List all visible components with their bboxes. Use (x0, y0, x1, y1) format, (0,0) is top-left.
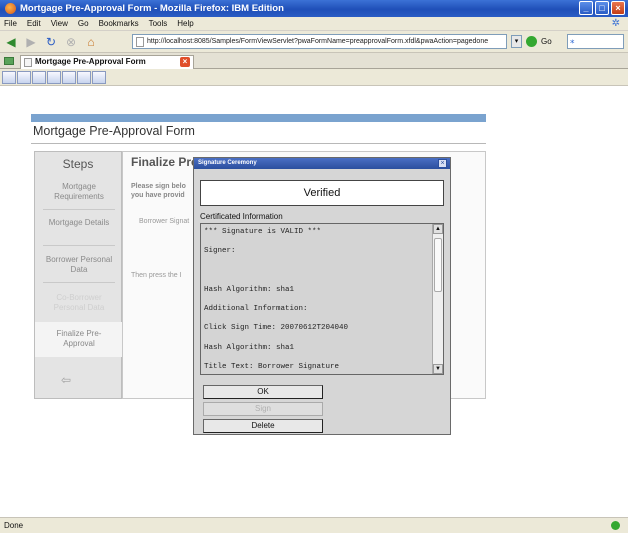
email-form-icon[interactable] (32, 70, 46, 84)
status-bar: Done (0, 517, 628, 533)
finalize-instructions-line2: you have provid (131, 192, 185, 199)
finalize-instructions-line1: Please sign belo (131, 183, 186, 190)
tab-list-icon[interactable] (4, 57, 14, 65)
go-button[interactable]: Go (541, 37, 552, 46)
close-tab-icon[interactable]: × (180, 57, 190, 67)
step-co-borrower-personal-data: Co-Borrower Personal Data (53, 293, 105, 312)
scroll-thumb[interactable] (434, 238, 442, 292)
search-input[interactable]: ⁎ (567, 34, 624, 49)
menu-view[interactable]: View (51, 19, 68, 28)
nav-right-controls: ▾ Go (511, 35, 552, 48)
page-icon (136, 37, 144, 47)
scroll-up-icon[interactable]: ▲ (433, 224, 443, 234)
cert-line: Additional Information: (204, 305, 308, 314)
close-window-button[interactable]: × (611, 1, 625, 15)
status-text: Done (4, 521, 24, 530)
home-icon[interactable]: ⌂ (83, 34, 99, 50)
form-toolbar (0, 69, 628, 86)
step-mortgage-details[interactable]: Mortgage Details (41, 218, 117, 228)
certificate-info-label: Certificated Information (200, 212, 283, 221)
navigation-toolbar: ◀ ▶ ↻ ⊗ ⌂ http://localhost:8085/Samples/… (0, 31, 628, 53)
menu-edit[interactable]: Edit (27, 19, 41, 28)
minimize-button[interactable]: _ (579, 1, 593, 15)
go-icon[interactable] (526, 36, 537, 47)
steps-heading: Steps (62, 157, 94, 171)
verification-status: Verified (200, 180, 444, 206)
borrower-signature-label: Borrower Signat (139, 218, 190, 225)
firefox-icon (5, 3, 16, 14)
certificate-info-text: *** Signature is VALID *** Signer: Hash … (204, 228, 432, 374)
step-divider (43, 282, 115, 283)
url-dropdown-icon[interactable]: ▾ (511, 35, 522, 48)
steps-sidebar: Steps Mortgage Requirements Mortgage Det… (34, 151, 123, 399)
delete-button[interactable]: Delete (203, 419, 323, 433)
cert-line: Click Sign Time: 20070612T204040 (204, 324, 349, 333)
url-text: http://localhost:8085/Samples/FormViewSe… (147, 38, 489, 45)
reload-icon[interactable]: ↻ (43, 34, 59, 50)
paste-form-icon[interactable] (77, 70, 91, 84)
menu-help[interactable]: Help (177, 19, 193, 28)
menu-file[interactable]: File (4, 19, 17, 28)
url-input[interactable]: http://localhost:8085/Samples/FormViewSe… (132, 34, 507, 49)
cert-line: Signer: (204, 247, 236, 256)
dialog-title: Signature Ceremony (194, 158, 450, 169)
back-arrow-icon[interactable]: ⇦ (61, 373, 71, 387)
form-title: Mortgage Pre-Approval Form (33, 124, 195, 138)
menu-go[interactable]: Go (78, 19, 89, 28)
back-icon[interactable]: ◀ (3, 34, 19, 50)
copy-form-icon[interactable] (62, 70, 76, 84)
step-divider (43, 245, 115, 246)
print-form-icon[interactable] (17, 70, 31, 84)
status-ok-icon (611, 521, 620, 530)
certificate-info-box[interactable]: *** Signature is VALID *** Signer: Hash … (200, 223, 444, 375)
form-header-stripe (31, 114, 486, 122)
save-form-icon[interactable] (2, 70, 16, 84)
window-title: Mortgage Pre-Approval Form - Mozilla Fir… (20, 3, 284, 14)
tab-bar: Mortgage Pre-Approval Form × (0, 53, 628, 69)
window-controls: _ □ × (579, 1, 625, 15)
cert-line (204, 267, 432, 286)
step-divider (43, 209, 115, 210)
dialog-close-icon[interactable]: × (438, 159, 447, 168)
cert-line: *** Signature is VALID *** (204, 228, 322, 236)
press-button-text: Then press the I (131, 272, 182, 279)
cert-line: Title Text: Borrower Signature (204, 363, 340, 372)
cert-line: Hash Algorithm: sha1 (204, 343, 295, 352)
tab-label: Mortgage Pre-Approval Form (35, 57, 146, 66)
finalize-title: Finalize Pre (131, 155, 198, 169)
forward-icon[interactable]: ▶ (23, 34, 39, 50)
window-titlebar: Mortgage Pre-Approval Form - Mozilla Fir… (0, 0, 628, 17)
sign-button: Sign (203, 402, 323, 416)
menu-bar: File Edit View Go Bookmarks Tools Help ✲ (0, 17, 628, 31)
submit-form-icon[interactable] (47, 70, 61, 84)
maximize-button[interactable]: □ (595, 1, 609, 15)
stop-icon[interactable]: ⊗ (63, 34, 79, 50)
title-divider (31, 143, 486, 144)
help-form-icon[interactable] (92, 70, 106, 84)
ok-button[interactable]: OK (203, 385, 323, 399)
tab-mortgage-form[interactable]: Mortgage Pre-Approval Form × (20, 55, 194, 69)
signature-ceremony-dialog: Signature Ceremony × Verified Certificat… (193, 157, 451, 435)
search-engine-icon: ⁎ (570, 35, 575, 45)
scroll-down-icon[interactable]: ▼ (433, 364, 443, 374)
menu-tools[interactable]: Tools (149, 19, 168, 28)
step-finalize-pre-approval[interactable]: Finalize Pre-Approval (41, 329, 117, 349)
cert-scrollbar[interactable]: ▲ ▼ (432, 224, 443, 374)
throbber-icon: ✲ (611, 18, 620, 29)
menu-bookmarks[interactable]: Bookmarks (99, 19, 139, 28)
finalize-instructions: Please sign belo you have provid (131, 182, 186, 200)
cert-line: Hash Algorithm: sha1 (204, 285, 295, 294)
tab-page-icon (24, 58, 32, 67)
step-mortgage-requirements[interactable]: Mortgage Requirements (41, 182, 117, 202)
step-borrower-personal-data[interactable]: Borrower Personal Data (41, 255, 117, 275)
